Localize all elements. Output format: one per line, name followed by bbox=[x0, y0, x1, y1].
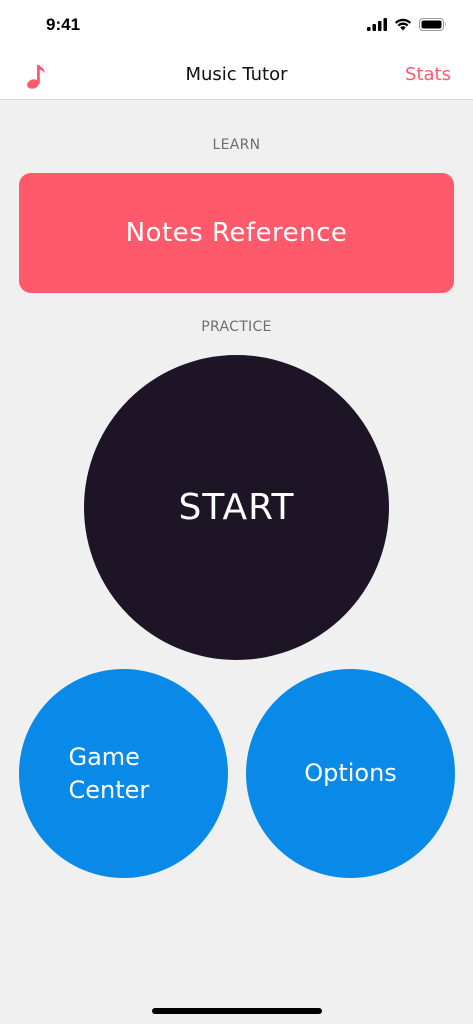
start-label: START bbox=[178, 487, 295, 528]
notes-reference-button[interactable]: Notes Reference bbox=[19, 173, 454, 293]
game-center-button[interactable]: Game Center bbox=[19, 669, 228, 878]
navigation-bar: Music Tutor Stats bbox=[0, 50, 473, 100]
learn-section-label: LEARN bbox=[212, 137, 261, 153]
home-indicator bbox=[152, 1008, 322, 1014]
game-center-label: Game Center bbox=[68, 743, 150, 804]
status-icons bbox=[367, 16, 447, 32]
options-button[interactable]: Options bbox=[246, 669, 455, 878]
stats-button[interactable]: Stats bbox=[405, 64, 451, 85]
start-button[interactable]: START bbox=[84, 355, 389, 660]
options-label: Options bbox=[304, 759, 397, 788]
page-title: Music Tutor bbox=[185, 64, 288, 85]
battery-icon bbox=[419, 17, 446, 31]
practice-section-label: PRACTICE bbox=[201, 319, 272, 335]
status-bar: 9:41 bbox=[0, 0, 473, 50]
notes-reference-label: Notes Reference bbox=[125, 218, 348, 248]
signal-icon bbox=[367, 17, 387, 31]
status-time: 9:41 bbox=[46, 15, 81, 34]
wifi-icon bbox=[394, 18, 412, 30]
